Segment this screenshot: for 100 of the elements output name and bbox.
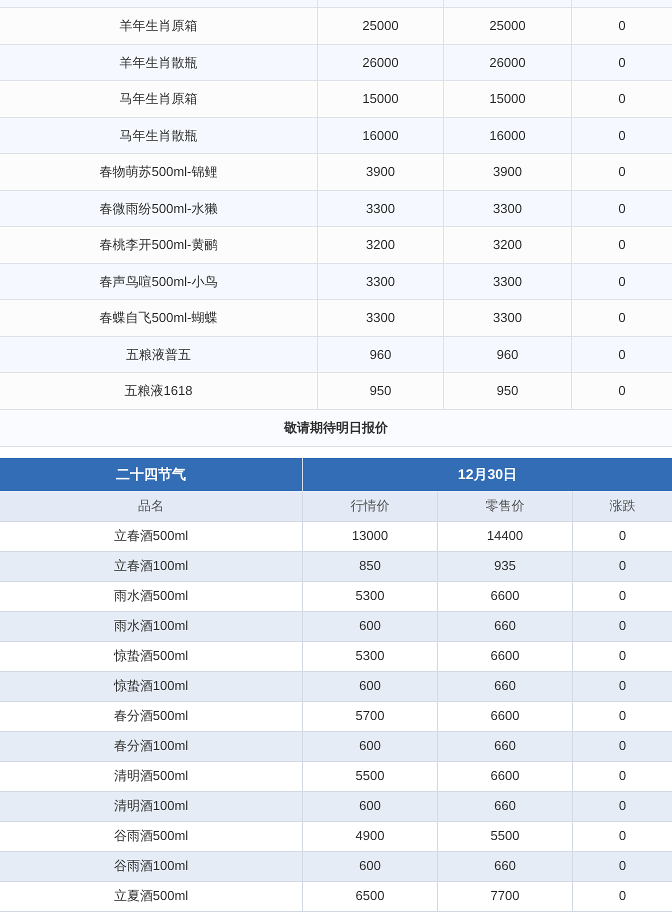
table-cell: 600 [303, 672, 438, 700]
table-cell: 950 [318, 373, 444, 408]
table-cell: 立春酒500ml [0, 522, 303, 550]
table-cell-text: 0 [617, 272, 627, 290]
table-cell: 600 [303, 852, 438, 880]
table-cell-text: 0 [618, 527, 628, 546]
table-cell: 五粮液普五 [0, 336, 318, 372]
column-header: 零售价 [438, 490, 573, 520]
table-cell: 5700 [303, 702, 438, 730]
table-cell-text: 0 [618, 617, 628, 636]
table-cell: 雨水酒100ml [0, 612, 303, 640]
table-cell: 3300 [444, 300, 572, 336]
table-cell: 600 [303, 792, 438, 820]
table-cell: 3200 [444, 227, 572, 262]
table-cell: 谷雨酒500ml [0, 822, 303, 850]
table-cell: 春微雨纷500ml-水獭 [0, 190, 318, 226]
table-cell: 660 [438, 672, 573, 700]
table-cell: 660 [438, 732, 573, 760]
table-cell: 16000 [318, 118, 444, 153]
table-cell: 960 [444, 336, 572, 372]
table-cell: 950 [444, 373, 572, 408]
column-header: 行情价 [303, 490, 438, 520]
table-cell-text: 0 [617, 17, 627, 35]
table-cell: 25000 [444, 8, 572, 44]
table-cell: 6600 [438, 702, 573, 730]
table-cell-text: 0 [617, 309, 627, 327]
table-cell: 25000 [318, 8, 444, 44]
table-cell: 5300 [303, 582, 438, 610]
table-cell: 14400 [438, 522, 573, 550]
table-cell: 6600 [438, 582, 573, 610]
table-cell-text: 0 [618, 827, 628, 846]
table-note: 敬请期待明日报价 [0, 410, 672, 446]
table-cell: 5300 [303, 642, 438, 670]
table-cell-text: 0 [617, 200, 627, 218]
table-cell: 5500 [303, 762, 438, 790]
table-cell: 660 [438, 612, 573, 640]
table-cell: 立夏酒500ml [0, 882, 303, 910]
table-cell-text: 0 [618, 707, 628, 726]
table-cell: 6500 [303, 882, 438, 910]
table-cell-text: 0 [617, 236, 627, 254]
table-cell: 3900 [444, 154, 572, 190]
table-cell: 15000 [444, 81, 572, 116]
table-cell: 600 [303, 612, 438, 640]
table-cell: 谷雨酒100ml [0, 852, 303, 880]
table-cell: 3900 [318, 154, 444, 190]
table-cell: 13000 [303, 522, 438, 550]
table-cell-text: 0 [617, 90, 627, 108]
table-cell: 雨水酒500ml [0, 582, 303, 610]
table-cell: 660 [438, 792, 573, 820]
table-cell: 16000 [444, 118, 572, 153]
table-cell-text: 0 [618, 647, 628, 666]
table-cell-text: 0 [618, 677, 628, 696]
table-cell: 清明酒100ml [0, 792, 303, 820]
table-cell: 4900 [303, 822, 438, 850]
table-cell: 3300 [318, 264, 444, 299]
table-cell: 3300 [318, 190, 444, 226]
table-cell: 3300 [444, 264, 572, 299]
table-date: 12月30日 [456, 464, 518, 484]
table-cell: 羊年生肖原箱 [0, 8, 318, 44]
table-cell-text: 0 [618, 767, 628, 786]
table-cell-text: 0 [617, 382, 627, 400]
table-cell-text: 0 [618, 557, 628, 576]
table-cell: 960 [318, 336, 444, 372]
table-cell: 春桃李开500ml-黄鹂 [0, 227, 318, 262]
table-cell: 春蝶自飞500ml-蝴蝶 [0, 300, 318, 336]
table-cell: 五粮液1618 [0, 373, 318, 408]
table-cell: 3300 [318, 300, 444, 336]
table-cell: 惊蛰酒100ml [0, 672, 303, 700]
table-cell-text: 0 [618, 887, 628, 906]
table-cell: 600 [303, 732, 438, 760]
table-cell: 935 [438, 552, 573, 580]
table-cell-text: 0 [618, 797, 628, 816]
table-cell: 7700 [438, 882, 573, 910]
table-cell: 马年生肖原箱 [0, 81, 318, 116]
table-cell: 5500 [438, 822, 573, 850]
table-cell-text: 0 [617, 126, 627, 144]
table-cell-text: 0 [618, 857, 628, 876]
table-cell: 羊年生肖散瓶 [0, 44, 318, 80]
table-cell: 850 [303, 552, 438, 580]
table-cell: 3200 [318, 227, 444, 262]
table-cell: 15000 [318, 81, 444, 116]
table-cell: 春分酒500ml [0, 702, 303, 730]
table-cell-text: 0 [617, 54, 627, 72]
table-cell: 马年生肖散瓶 [0, 118, 318, 153]
table-cell: 660 [438, 852, 573, 880]
table-cell: 春声鸟喧500ml-小鸟 [0, 264, 318, 299]
table-cell: 3300 [444, 190, 572, 226]
table-cell: 26000 [444, 44, 572, 80]
table-cell: 立春酒100ml [0, 552, 303, 580]
table-cell: 26000 [318, 44, 444, 80]
table-cell: 春物萌苏500ml-锦鲤 [0, 154, 318, 190]
column-header: 涨跌 [608, 496, 636, 515]
table-cell-text: 0 [618, 587, 628, 606]
table-cell: 6600 [438, 762, 573, 790]
table-cell: 惊蛰酒500ml [0, 642, 303, 670]
table-cell-text: 0 [617, 163, 627, 181]
column-header: 品名 [0, 490, 303, 520]
table-cell: 清明酒500ml [0, 762, 303, 790]
table-cell-text: 0 [618, 737, 628, 756]
table-cell-text: 0 [617, 346, 627, 364]
